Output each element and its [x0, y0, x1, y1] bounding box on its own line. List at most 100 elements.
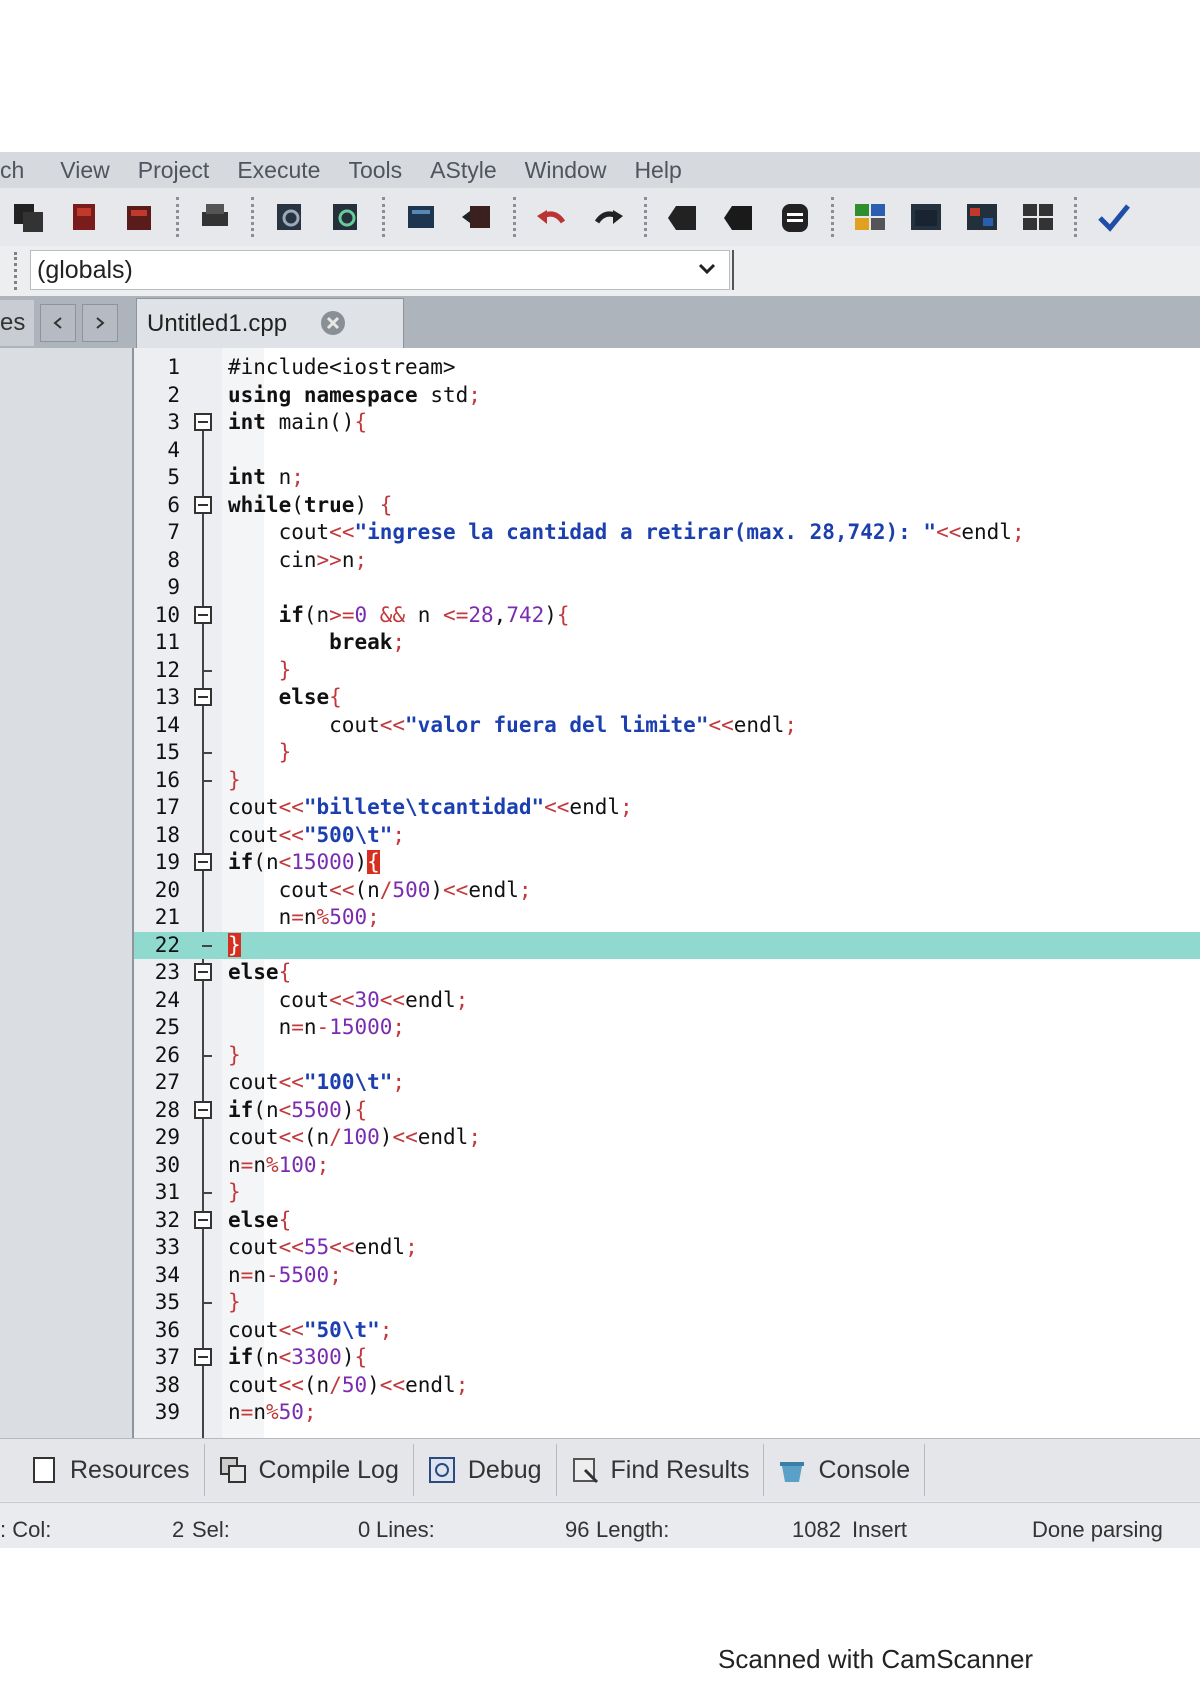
code-line[interactable]: 22}: [134, 931, 1200, 959]
code-lines[interactable]: 1 #include<iostream> 2 using namespace std;…: [134, 348, 1200, 1438]
fold-toggle-icon[interactable]: [194, 1348, 212, 1366]
code-line[interactable]: 8 cin>>n;: [134, 547, 1200, 575]
menu-execute[interactable]: Execute: [237, 157, 320, 184]
save-icon[interactable]: [11, 200, 45, 234]
code-editor[interactable]: 1 #include<iostream> 2 using namespace std;…: [134, 348, 1200, 1438]
code-line[interactable]: 14 cout<<"valor fuera del limite"<<endl;: [134, 712, 1200, 740]
tab-untitled1-cpp[interactable]: Untitled1.cpp: [136, 298, 404, 348]
tab-debug[interactable]: Debug: [414, 1444, 557, 1496]
tab-compile-log[interactable]: Compile Log: [205, 1444, 414, 1496]
bookmark-icon[interactable]: [666, 200, 700, 234]
code-line[interactable]: 21 n=n%500;: [134, 904, 1200, 932]
code-line[interactable]: 20 cout<<(n/500)<<endl;: [134, 877, 1200, 905]
code-line[interactable]: 28 if(n<5500){: [134, 1097, 1200, 1125]
layout-icon[interactable]: [853, 200, 887, 234]
scope-bar: (globals): [0, 246, 1200, 296]
code-line[interactable]: 16}: [134, 767, 1200, 795]
check-icon[interactable]: [1096, 200, 1130, 234]
code-line[interactable]: 2 using namespace std;: [134, 382, 1200, 410]
toolbar-grip[interactable]: [14, 252, 17, 290]
code-line[interactable]: 24 cout<<30<<endl;: [134, 987, 1200, 1015]
code-line[interactable]: 35}: [134, 1289, 1200, 1317]
code-line[interactable]: 36 cout<<"50\t";: [134, 1317, 1200, 1345]
print-icon[interactable]: [198, 200, 232, 234]
menu-view[interactable]: View: [60, 157, 109, 184]
fold-end-marker: [202, 1192, 212, 1194]
color-grid-icon[interactable]: [965, 200, 999, 234]
close-file-icon[interactable]: [123, 200, 157, 234]
code-line[interactable]: 32 else{: [134, 1207, 1200, 1235]
save-all-icon[interactable]: [67, 200, 101, 234]
fold-toggle-icon[interactable]: [194, 688, 212, 706]
code-line[interactable]: 30 n=n%100;: [134, 1152, 1200, 1180]
tab-console[interactable]: Console: [764, 1444, 926, 1496]
goto-bookmark-icon[interactable]: [722, 200, 756, 234]
code-line[interactable]: 33 cout<<55<<endl;: [134, 1234, 1200, 1262]
replace-icon[interactable]: [329, 200, 363, 234]
toolbar: [0, 188, 1200, 247]
tab-scroll-right-button[interactable]: [82, 304, 118, 342]
code-line[interactable]: 3 int main(){: [134, 409, 1200, 437]
menu-help[interactable]: Help: [634, 157, 681, 184]
fold-toggle-icon[interactable]: [194, 495, 212, 514]
code-line[interactable]: 39 n=n%50;: [134, 1399, 1200, 1427]
undo-icon[interactable]: [535, 200, 569, 234]
code-line[interactable]: 19 if(n<15000){: [134, 849, 1200, 877]
code-line[interactable]: 9: [134, 574, 1200, 602]
code-line[interactable]: 18 cout<<"500\t";: [134, 822, 1200, 850]
menu-search[interactable]: ch: [0, 157, 24, 184]
code-line[interactable]: 5 int n;: [134, 464, 1200, 492]
project-panel-tab[interactable]: es: [0, 300, 34, 346]
code-line[interactable]: 17 cout<<"billete\tcantidad"<<endl;: [134, 794, 1200, 822]
code-line[interactable]: 11 break;: [134, 629, 1200, 657]
tab-resources[interactable]: Resources: [0, 1444, 205, 1496]
chevron-down-icon[interactable]: [695, 257, 719, 281]
code-line[interactable]: 7 cout<<"ingrese la cantidad a retirar(m…: [134, 519, 1200, 547]
status-lines-label: Lines:: [376, 1517, 435, 1542]
scope-combo[interactable]: (globals): [30, 250, 730, 290]
tab-find-results-label: Find Results: [610, 1455, 750, 1484]
code-line[interactable]: 6 while(true) {: [134, 492, 1200, 520]
code-line[interactable]: 1 #include<iostream>: [134, 354, 1200, 382]
tab-scroll-left-button[interactable]: [40, 304, 76, 342]
code-line[interactable]: 12 }: [134, 657, 1200, 685]
code-line[interactable]: 27 cout<<"100\t";: [134, 1069, 1200, 1097]
fold-end-marker: [202, 944, 212, 947]
code-line[interactable]: 25 n=n-15000;: [134, 1014, 1200, 1042]
code-line[interactable]: 10 if(n>=0 && n <=28,742){: [134, 602, 1200, 630]
code-line[interactable]: 34 n=n-5500;: [134, 1262, 1200, 1290]
line-number: 17: [154, 795, 180, 819]
code-line[interactable]: 23 else{: [134, 959, 1200, 987]
code-line[interactable]: 37 if(n<3300){: [134, 1344, 1200, 1372]
menu-astyle[interactable]: AStyle: [430, 157, 496, 184]
bottom-panel-tabs: Resources Compile Log Debug Find Results…: [0, 1438, 1200, 1501]
tile-icon[interactable]: [1021, 200, 1055, 234]
line-number: 16: [154, 767, 180, 792]
tab-find-results[interactable]: Find Results: [557, 1444, 765, 1496]
close-icon[interactable]: [319, 309, 347, 337]
menu-tools[interactable]: Tools: [348, 157, 402, 184]
code-line[interactable]: 13 else{: [134, 684, 1200, 712]
panel-icon[interactable]: [909, 200, 943, 234]
menu-window[interactable]: Window: [525, 157, 607, 184]
code-line[interactable]: 15 }: [134, 739, 1200, 767]
indent-icon[interactable]: [404, 200, 438, 234]
code-line[interactable]: 4: [134, 437, 1200, 465]
fold-toggle-icon[interactable]: [194, 413, 212, 431]
fold-toggle-icon[interactable]: [194, 1100, 212, 1119]
code-line[interactable]: 38 cout<<(n/50)<<endl;: [134, 1372, 1200, 1400]
fold-toggle-icon[interactable]: [194, 605, 212, 624]
code-line[interactable]: 29 cout<<(n/100)<<endl;: [134, 1124, 1200, 1152]
menu-project[interactable]: Project: [138, 157, 210, 184]
find-icon[interactable]: [273, 200, 307, 234]
fold-toggle-icon[interactable]: [194, 963, 212, 981]
compile-icon[interactable]: [778, 200, 812, 234]
code-line[interactable]: 31}: [134, 1179, 1200, 1207]
unindent-icon[interactable]: [460, 200, 494, 234]
redo-icon[interactable]: [591, 200, 625, 234]
function-combo[interactable]: [732, 250, 1200, 290]
code-line[interactable]: 26}: [134, 1042, 1200, 1070]
status-length-label: Length:: [596, 1517, 670, 1542]
fold-toggle-icon[interactable]: [194, 1210, 212, 1229]
fold-toggle-icon[interactable]: [194, 853, 212, 871]
